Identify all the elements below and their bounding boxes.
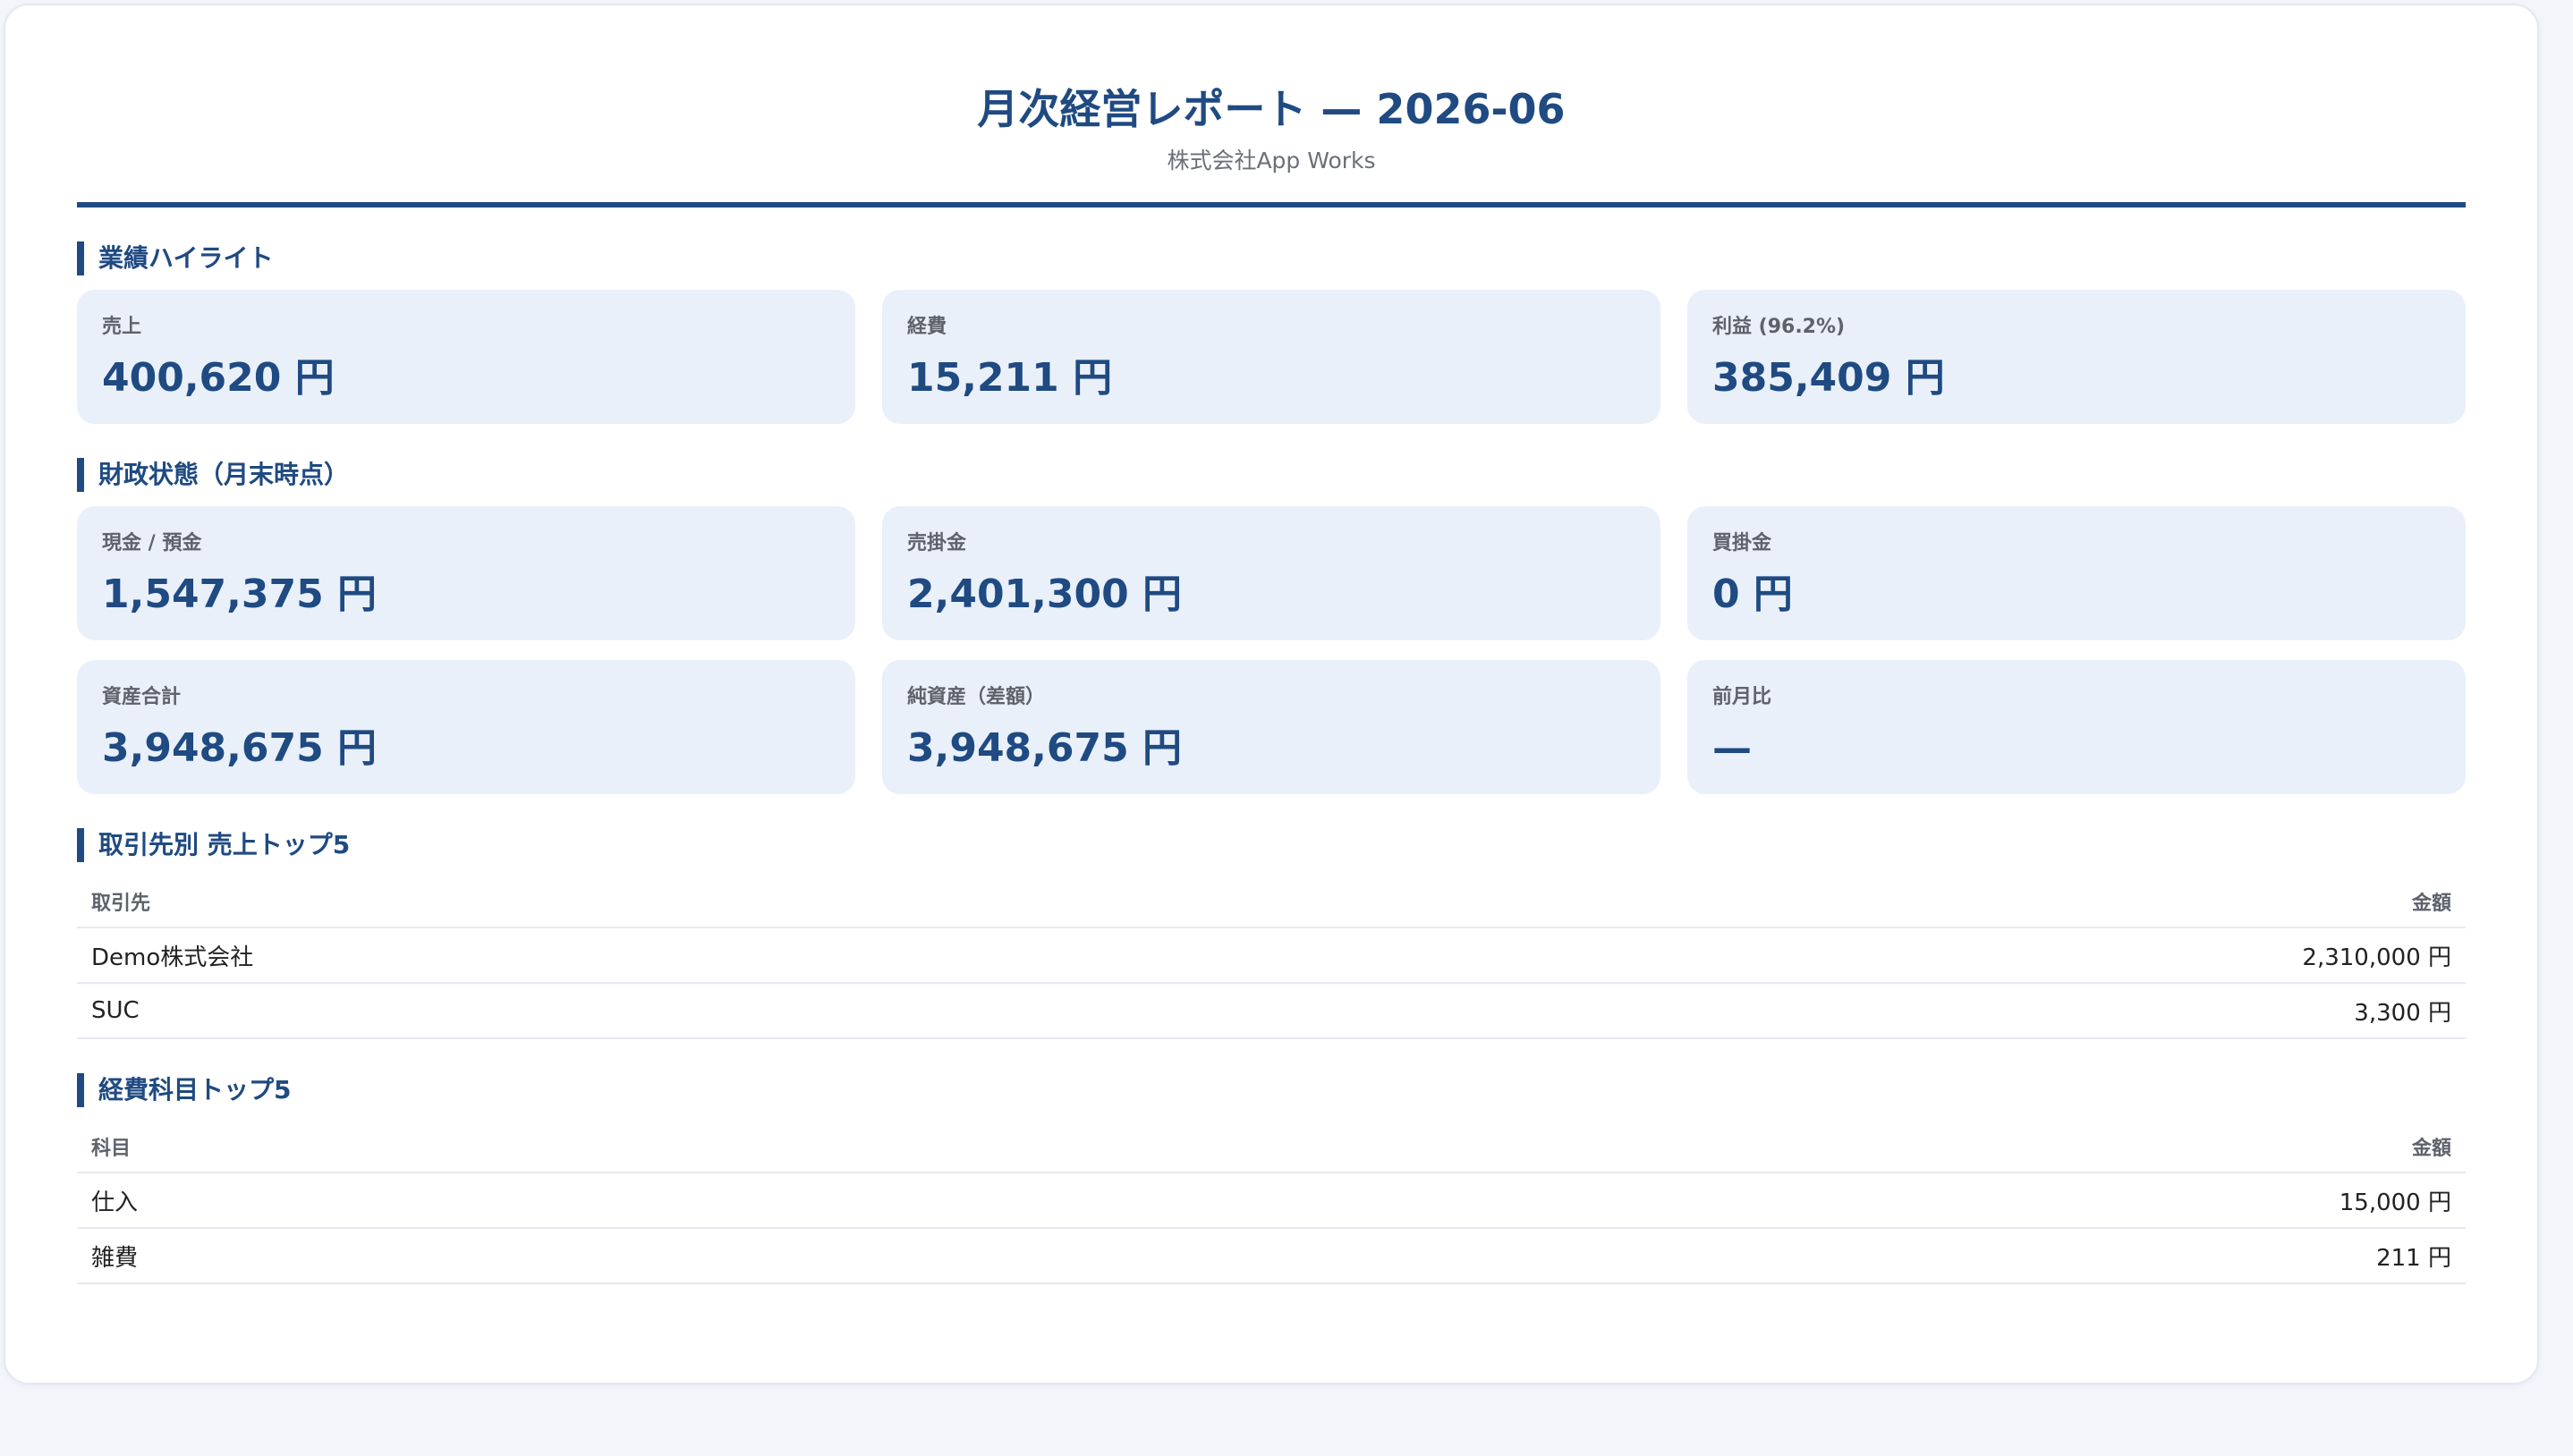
- card-label: 利益 (96.2%): [1712, 316, 1846, 338]
- card-label: 経費: [907, 316, 947, 338]
- card-expenses: 経費 15,211 円: [882, 290, 1660, 424]
- cell-client-name: SUC: [91, 997, 140, 1024]
- report-content: 月次経営レポート — 2026-06 株式会社App Works 業績ハイライト…: [77, 5, 2466, 1284]
- card-value: 2,401,300 円: [907, 571, 1183, 617]
- cell-account-name: 雑費: [91, 1244, 139, 1272]
- table-row: 雑費 211 円: [77, 1229, 2466, 1284]
- expense-top-table: 科目 金額 仕入 15,000 円 雑費 211 円: [77, 1122, 2466, 1284]
- cell-client-name: Demo株式会社: [91, 944, 254, 971]
- highlights-cards: 売上 400,620 円 経費 15,211 円 利益 (96.2%) 385,…: [77, 290, 2466, 424]
- card-value: 0 円: [1712, 571, 1793, 617]
- column-header-account: 科目: [91, 1138, 132, 1160]
- card-value: 15,211 円: [907, 355, 1113, 401]
- card-label: 資産合計: [102, 686, 182, 708]
- cell-amount: 2,310,000 円: [2302, 944, 2451, 971]
- table-row: Demo株式会社 2,310,000 円: [77, 928, 2466, 984]
- card-value: 3,948,675 円: [907, 725, 1183, 771]
- card-cash: 現金 / 預金 1,547,375 円: [77, 506, 855, 640]
- section-title-sales-top: 取引先別 売上トップ5: [77, 828, 2466, 862]
- column-header-amount: 金額: [2411, 893, 2451, 915]
- card-total-assets: 資産合計 3,948,675 円: [77, 660, 855, 794]
- table-header-row: 科目 金額: [77, 1122, 2466, 1173]
- card-label: 現金 / 預金: [102, 532, 202, 554]
- cell-amount: 3,300 円: [2354, 999, 2451, 1027]
- company-name: 株式会社App Works: [1167, 148, 1376, 174]
- card-receivables: 売掛金 2,401,300 円: [882, 506, 1660, 640]
- card-label: 買掛金: [1712, 532, 1772, 554]
- report-title: 月次経営レポート — 2026-06: [977, 85, 1566, 133]
- card-month-over-month: 前月比 —: [1687, 660, 2466, 794]
- section-title-highlights: 業績ハイライト: [77, 241, 2466, 275]
- card-label: 売掛金: [907, 532, 967, 554]
- sales-top-table: 取引先 金額 Demo株式会社 2,310,000 円 SUC 3,300 円: [77, 876, 2466, 1039]
- report-sheet: 月次経営レポート — 2026-06 株式会社App Works 業績ハイライト…: [4, 4, 2539, 1384]
- card-net-assets: 純資産（差額） 3,948,675 円: [882, 660, 1660, 794]
- card-value: 385,409 円: [1712, 355, 1945, 401]
- table-header-row: 取引先 金額: [77, 876, 2466, 928]
- card-value: 1,547,375 円: [102, 571, 378, 617]
- card-label: 前月比: [1712, 686, 1772, 708]
- table-row: SUC 3,300 円: [77, 984, 2466, 1039]
- report-header: 月次経営レポート — 2026-06 株式会社App Works: [77, 5, 2466, 207]
- card-value: 400,620 円: [102, 355, 335, 401]
- financial-cards: 現金 / 預金 1,547,375 円 売掛金 2,401,300 円 買掛金 …: [77, 506, 2466, 794]
- column-header-amount: 金額: [2411, 1138, 2451, 1160]
- card-label: 売上: [102, 316, 142, 338]
- section-title-expense-top: 経費科目トップ5: [77, 1073, 2466, 1107]
- cell-account-name: 仕入: [91, 1189, 139, 1216]
- column-header-client: 取引先: [91, 893, 151, 915]
- card-profit: 利益 (96.2%) 385,409 円: [1687, 290, 2466, 424]
- card-label: 純資産（差額）: [907, 686, 1046, 708]
- cell-amount: 211 円: [2376, 1244, 2451, 1272]
- cell-amount: 15,000 円: [2339, 1189, 2451, 1216]
- section-title-financial: 財政状態（月末時点）: [77, 458, 2466, 492]
- table-row: 仕入 15,000 円: [77, 1173, 2466, 1229]
- card-sales: 売上 400,620 円: [77, 290, 855, 424]
- card-payables: 買掛金 0 円: [1687, 506, 2466, 640]
- card-value: —: [1712, 725, 1752, 771]
- card-value: 3,948,675 円: [102, 725, 378, 771]
